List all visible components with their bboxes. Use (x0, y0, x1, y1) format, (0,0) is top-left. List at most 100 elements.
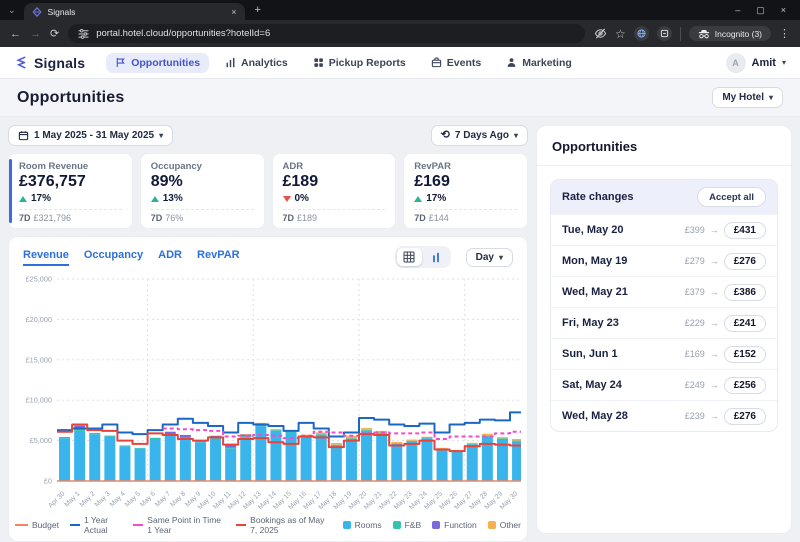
maximize-button[interactable]: ▢ (756, 5, 765, 16)
rate-to-pill[interactable]: £152 (724, 346, 766, 363)
rate-to-pill[interactable]: £386 (724, 284, 766, 301)
filter-row: 1 May 2025 - 31 May 2025 ▾ ⟲ 7 Days Ago … (8, 125, 528, 146)
rate-rows: Tue, May 20£399→£431Mon, May 19£279→£276… (551, 214, 777, 431)
chart-tab-occupancy[interactable]: Occupancy (84, 249, 143, 266)
compare-period-button[interactable]: ⟲ 7 Days Ago ▾ (431, 125, 528, 146)
chart-tab-adr[interactable]: ADR (158, 249, 182, 266)
rate-to-pill[interactable]: £276 (724, 253, 766, 270)
view-toggle-group (395, 246, 451, 268)
kpi-card-room-revenue[interactable]: Room Revenue£376,75717%7D£321,796 (8, 153, 133, 229)
nav-item-opportunities[interactable]: Opportunities (106, 53, 209, 73)
panel-title: Opportunities (537, 126, 791, 166)
arrow-right-icon: → (710, 411, 719, 421)
browser-tab[interactable]: Signals × (24, 3, 245, 20)
nav-item-events[interactable]: Events (422, 53, 490, 73)
chevron-down-icon: ▾ (499, 253, 503, 262)
bookmark-star-icon[interactable]: ☆ (615, 27, 626, 41)
kpi-card-occupancy[interactable]: Occupancy89%13%7D76% (140, 153, 265, 229)
kpi-title: ADR (283, 161, 386, 172)
table-view-button[interactable] (397, 248, 422, 266)
legend-label: Bookings as of May 7, 2025 (250, 515, 331, 535)
tab-favicon (32, 7, 42, 17)
rate-to-pill[interactable]: £256 (724, 377, 766, 394)
user-menu[interactable]: A Amit ▾ (726, 53, 786, 73)
legend-item-other[interactable]: Other (488, 520, 521, 530)
legend-item-budget[interactable]: Budget (15, 520, 59, 530)
rate-date: Sat, May 24 (562, 379, 622, 391)
legend-item-bookings-as-of-may-7-2025[interactable]: Bookings as of May 7, 2025 (236, 515, 332, 535)
up-arrow-icon (19, 196, 27, 202)
hotel-selector-button[interactable]: My Hotel ▾ (712, 87, 783, 108)
tab-close-icon[interactable]: × (231, 7, 236, 17)
calendar-icon (18, 130, 29, 141)
kpi-value: 89% (151, 173, 254, 191)
nav-item-pickup-reports[interactable]: Pickup Reports (304, 53, 415, 73)
svg-text:May 1: May 1 (63, 490, 81, 508)
svg-text:£15,000: £15,000 (26, 355, 52, 364)
kpi-card-adr[interactable]: ADR£1890%7D£189 (272, 153, 397, 229)
minimize-button[interactable]: – (735, 5, 740, 16)
kpi-title: Occupancy (151, 161, 254, 172)
legend-item-f-b[interactable]: F&B (393, 520, 422, 530)
accept-all-button[interactable]: Accept all (697, 187, 766, 207)
rate-date: Sun, Jun 1 (562, 348, 618, 360)
rate-date: Wed, May 28 (562, 410, 628, 422)
chart-legend: Budget 1 Year Actual Same Point in Time 1 … (15, 515, 521, 539)
date-range-button[interactable]: 1 May 2025 - 31 May 2025 ▾ (8, 125, 173, 146)
legend-item-rooms[interactable]: Rooms (343, 520, 382, 530)
brand[interactable]: Signals (14, 55, 85, 71)
site-settings-icon[interactable] (78, 28, 89, 39)
rate-changes-title: Rate changes (562, 191, 634, 203)
rate-change-row: Fri, May 23£229→£241 (551, 307, 777, 338)
svg-text:Apr 30: Apr 30 (47, 490, 66, 509)
page-title: Opportunities (17, 89, 124, 107)
granularity-dropdown[interactable]: Day ▾ (466, 248, 513, 267)
svg-text:May 8: May 8 (169, 490, 187, 508)
globe-extension-icon[interactable] (634, 26, 649, 41)
browser-toolbar: ← → ⟳ portal.hotel.cloud/opportunities?h… (0, 20, 800, 47)
rate-to-pill[interactable]: £241 (724, 315, 766, 332)
kpi-card-revpar[interactable]: RevPAR£16917%7D£144 (403, 153, 528, 229)
user-name: Amit (752, 57, 776, 69)
nav-item-label: Opportunities (131, 57, 200, 69)
close-button[interactable]: × (781, 5, 786, 16)
chart-tab-revenue[interactable]: Revenue (23, 249, 69, 266)
chevron-down-icon: ▾ (782, 58, 786, 67)
date-range-label: 1 May 2025 - 31 May 2025 (34, 130, 154, 141)
rate-from: £249 (685, 380, 705, 390)
nav-item-analytics[interactable]: Analytics (216, 53, 297, 73)
incognito-badge[interactable]: Incognito (3) (689, 26, 771, 41)
rate-change-row: Wed, May 28£239→£276 (551, 400, 777, 431)
reload-button[interactable]: ⟳ (50, 27, 59, 40)
rate-change-row: Tue, May 20£399→£431 (551, 214, 777, 245)
signals-logo-icon (14, 55, 29, 70)
rate-to-pill[interactable]: £276 (724, 408, 766, 425)
app-navbar: Signals Opportunities Analytics Pickup R… (0, 47, 800, 79)
chart-tab-revpar[interactable]: RevPAR (197, 249, 240, 266)
legend-swatch (70, 524, 80, 526)
rate-from: £279 (685, 256, 705, 266)
address-bar[interactable]: portal.hotel.cloud/opportunities?hotelId… (68, 24, 585, 43)
chart-view-button[interactable] (424, 248, 449, 266)
labs-extension-icon[interactable] (657, 26, 672, 41)
back-button[interactable]: ← (10, 28, 21, 40)
legend-item-same-point-in-time-1-year[interactable]: Same Point in Time 1 Year (133, 515, 225, 535)
legend-swatch (236, 524, 246, 526)
legend-item-1-year-actual[interactable]: 1 Year Actual (70, 515, 122, 535)
legend-item-function[interactable]: Function (432, 520, 477, 530)
chart-svg: £0£5,000£10,000£15,000£20,000£25,000Apr … (15, 273, 521, 515)
rate-to-pill[interactable]: £431 (724, 222, 766, 239)
tab-search-icon[interactable]: ⌄ (8, 5, 16, 16)
kpi-previous-value: 7D£189 (283, 213, 386, 223)
up-arrow-icon (414, 196, 422, 202)
forward-button[interactable]: → (30, 28, 41, 40)
pickup-reports-icon (313, 57, 324, 68)
nav-item-label: Events (447, 57, 481, 69)
browser-menu-icon[interactable]: ⋮ (779, 27, 790, 40)
nav-item-marketing[interactable]: Marketing (497, 53, 581, 73)
kpi-delta: 17% (414, 193, 517, 204)
legend-swatch (432, 521, 440, 529)
page-header: Opportunities My Hotel ▾ (0, 79, 800, 117)
eye-off-icon[interactable] (594, 27, 607, 40)
new-tab-button[interactable]: + (255, 4, 261, 16)
